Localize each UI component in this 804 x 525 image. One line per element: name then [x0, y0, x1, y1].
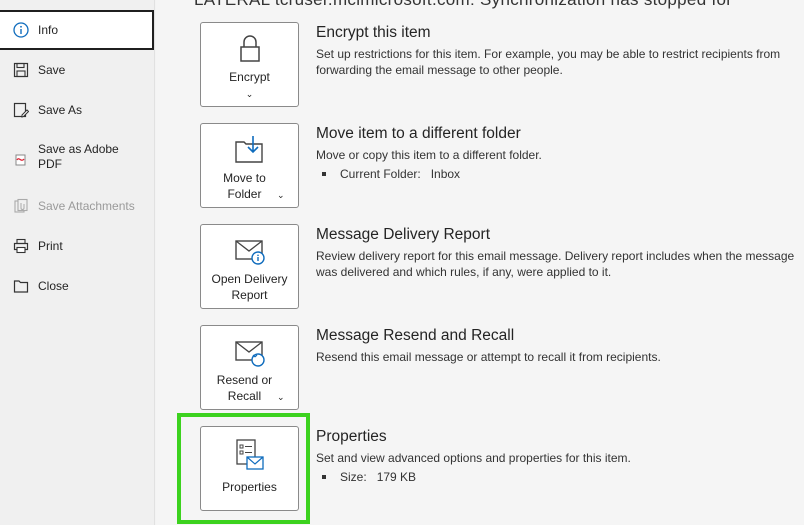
chevron-down-icon: ⌄: [245, 89, 254, 99]
adobe-pdf-icon: [12, 150, 30, 168]
current-folder-info: Current Folder: Inbox: [316, 167, 796, 181]
encrypt-section: Encrypt this item Set up restrictions fo…: [316, 24, 796, 78]
move-description: Move or copy this item to a different fo…: [316, 148, 542, 162]
move-to-folder-button[interactable]: Move to Folder ⌄: [200, 123, 299, 208]
sidebar-item-label: Save as Adobe PDF: [38, 142, 119, 171]
delivery-section: Message Delivery Report Review delivery …: [316, 226, 796, 280]
delivery-title: Message Delivery Report: [316, 226, 491, 243]
move-section: Move item to a different folder Move or …: [316, 125, 796, 181]
chevron-down-icon: ⌄: [274, 392, 285, 402]
encrypt-title: Encrypt this item: [316, 24, 431, 41]
resend-description: Resend this email message or attempt to …: [316, 350, 661, 364]
resend-recall-icon: [233, 336, 267, 368]
open-delivery-report-button[interactable]: Open Delivery Report: [200, 224, 299, 309]
sidebar-item-label: Save Attachments: [38, 198, 135, 213]
sidebar-item-save-as[interactable]: Save As: [0, 90, 155, 130]
size-label: Size:: [340, 470, 367, 484]
printer-icon: [12, 237, 30, 255]
sidebar-item-close[interactable]: Close: [0, 266, 155, 306]
sidebar-item-save-as-adobe-pdf[interactable]: Save as Adobe PDF: [0, 138, 155, 178]
info-icon: [12, 21, 30, 39]
lock-icon: [235, 33, 265, 65]
move-folder-icon: [233, 134, 267, 166]
open-delivery-report-label: Open Delivery Report: [211, 272, 288, 302]
encrypt-button[interactable]: Encrypt ⌄: [200, 22, 299, 107]
size-value: 179 KB: [376, 470, 417, 484]
sidebar-item-save-attachments[interactable]: Save Attachments: [0, 186, 155, 226]
sidebar-item-label: Save As: [38, 102, 83, 117]
folder-icon: [12, 277, 30, 295]
delivery-description: Review delivery report for this email me…: [316, 249, 795, 279]
save-icon: [12, 61, 30, 79]
save-as-icon: [12, 101, 30, 119]
sidebar-item-label: Close: [38, 278, 69, 293]
properties-title: Properties: [316, 428, 387, 445]
delivery-report-icon: [233, 235, 267, 267]
move-to-folder-label: Move to Folder ⌄: [223, 171, 285, 201]
resend-or-recall-button[interactable]: Resend or Recall ⌄: [200, 325, 299, 410]
properties-section: Properties Set and view advanced options…: [316, 428, 796, 484]
resend-section: Message Resend and Recall Resend this em…: [316, 327, 796, 365]
sidebar-item-info[interactable]: Info: [0, 10, 154, 50]
size-info: Size: 179 KB: [316, 470, 796, 484]
encrypt-description: Set up restrictions for this item. For e…: [316, 47, 781, 77]
chevron-down-icon: ⌄: [274, 190, 285, 200]
sidebar-item-label: Print: [38, 238, 63, 253]
sidebar-item-print[interactable]: Print: [0, 226, 155, 266]
sidebar-item-label: Save: [38, 62, 66, 77]
attachment-icon: [12, 197, 30, 215]
move-title: Move item to a different folder: [316, 125, 521, 142]
resend-title: Message Resend and Recall: [316, 327, 515, 344]
properties-description: Set and view advanced options and proper…: [316, 451, 631, 465]
sync-status-banner: LATERAL tcruser.mclmicrosoft.com: Synchr…: [194, 0, 732, 10]
current-folder-value: Inbox: [430, 167, 461, 181]
sidebar-item-label: Info: [38, 22, 59, 37]
encrypt-button-label: Encrypt ⌄: [229, 70, 270, 99]
sidebar-item-save[interactable]: Save: [0, 50, 155, 90]
backstage-sidebar: Info Save Save As Save as Adobe PDF Save…: [0, 0, 155, 525]
resend-or-recall-label: Resend or Recall ⌄: [216, 373, 285, 403]
current-folder-label: Current Folder:: [340, 167, 421, 181]
highlight-box: [177, 413, 310, 524]
